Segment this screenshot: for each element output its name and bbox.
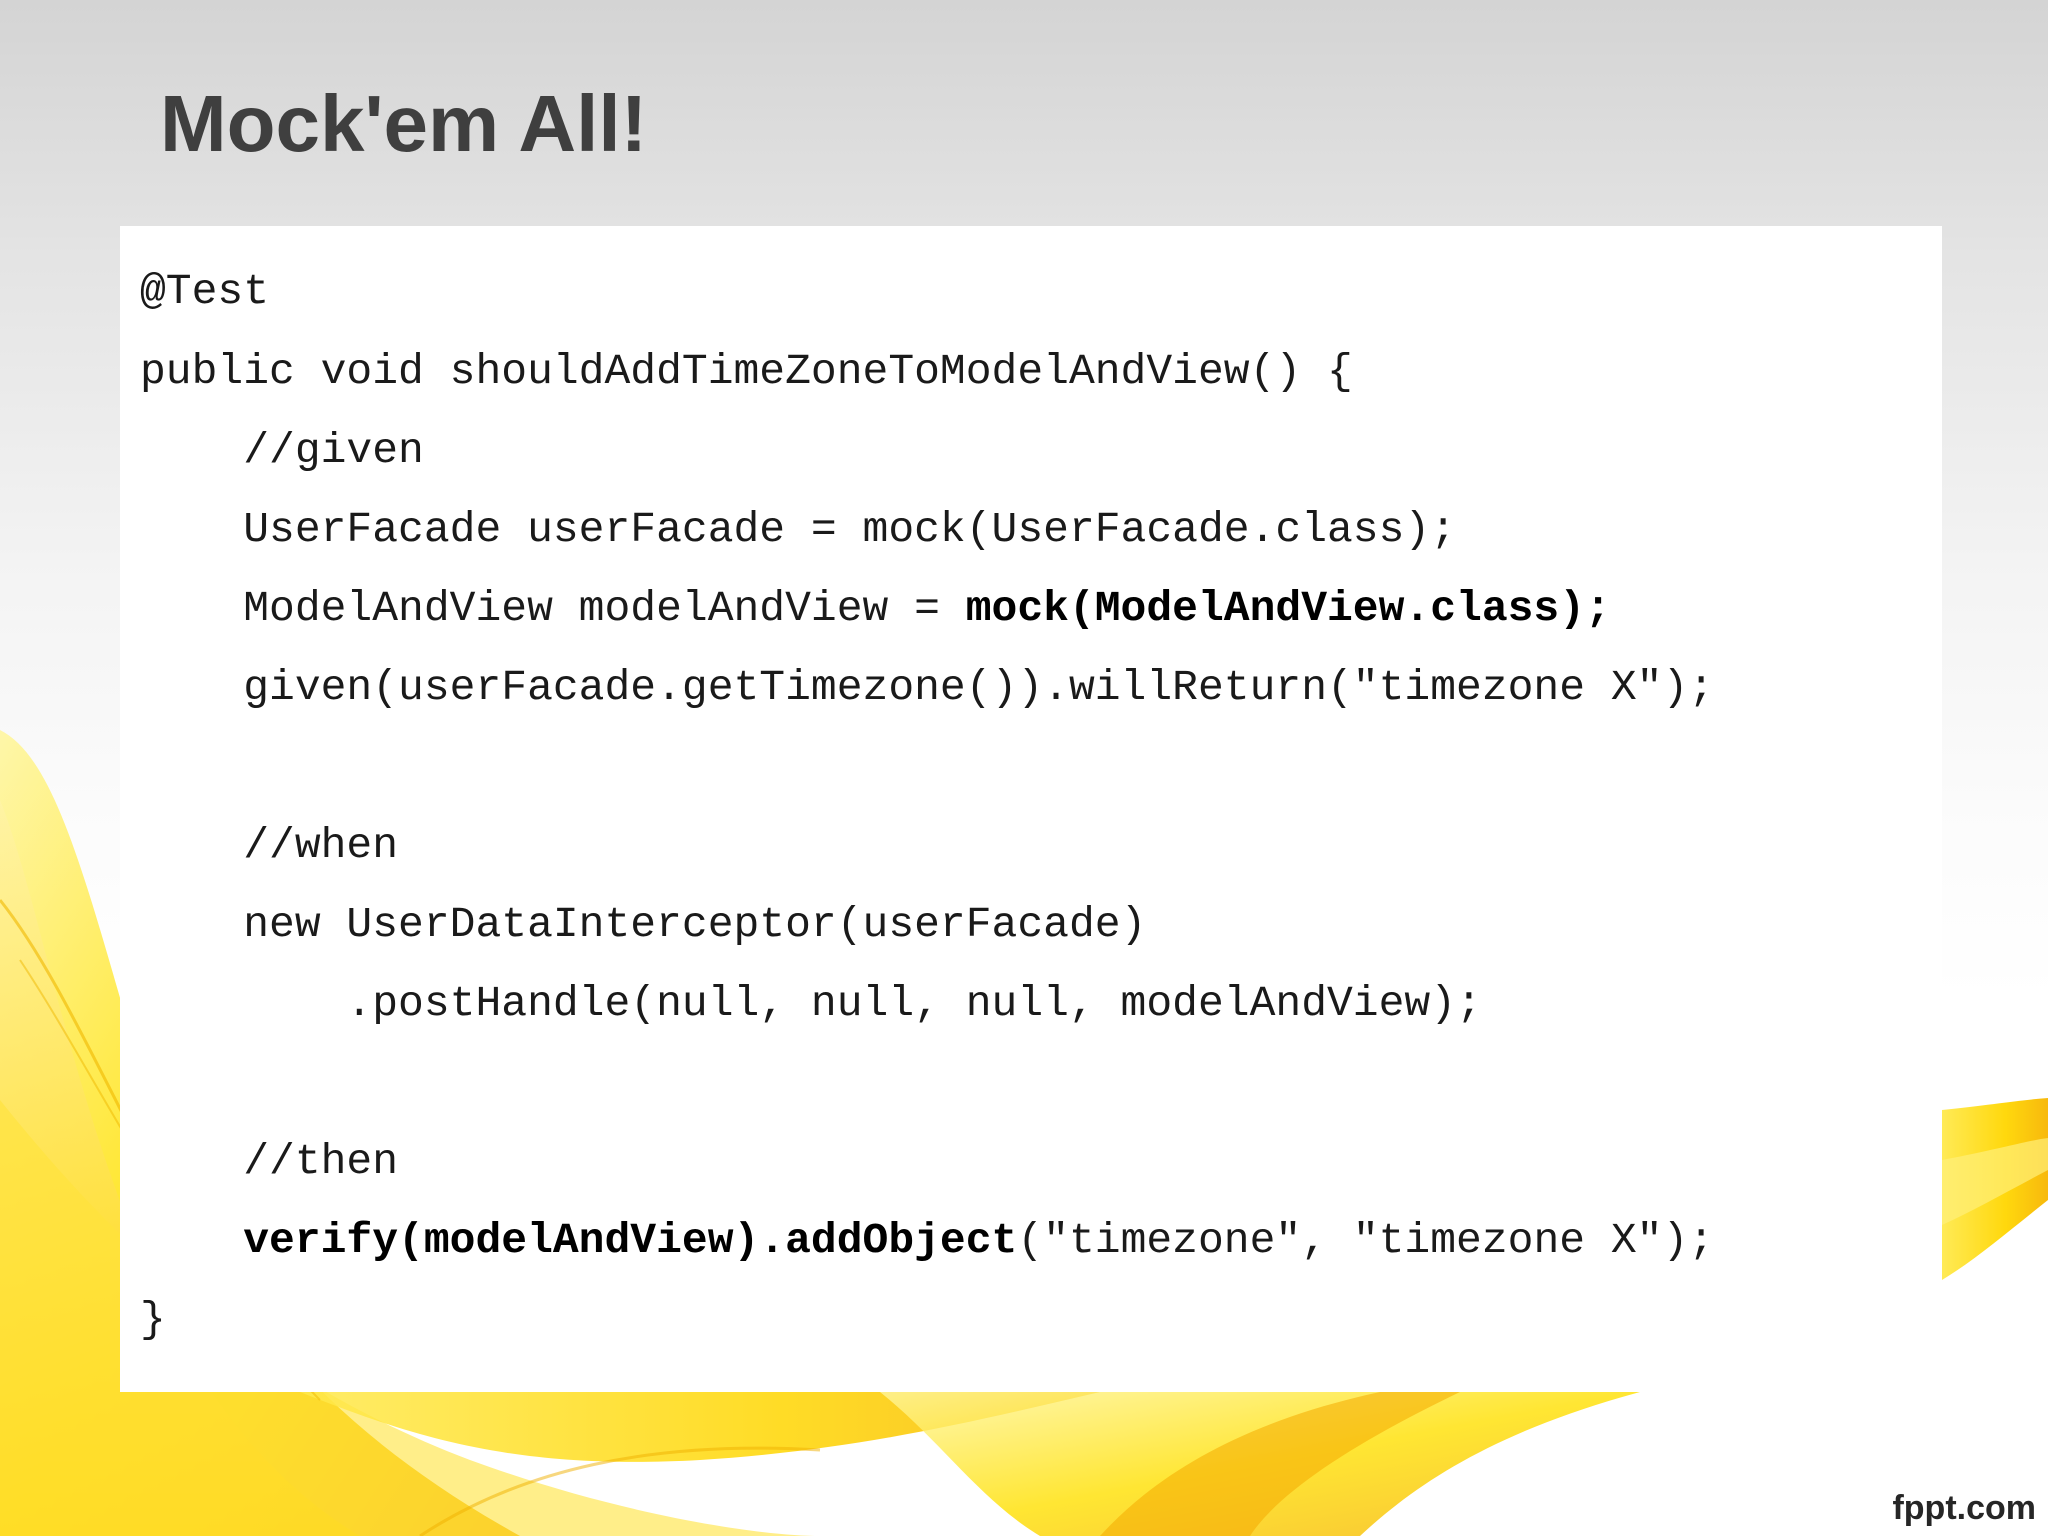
slide-title: Mock'em All! xyxy=(160,79,648,168)
code-text-indent xyxy=(140,1216,243,1265)
code-line-given-stub: given(userFacade.getTimezone()).willRetu… xyxy=(140,663,1715,712)
code-text-normal: ("timezone", "timezone X"); xyxy=(1017,1216,1715,1265)
code-line-model-and-view-mock: ModelAndView modelAndView = mock(ModelAn… xyxy=(140,579,1611,639)
code-text-bold: verify(modelAndView).addObject xyxy=(243,1216,1018,1265)
code-line-given-comment: //given xyxy=(140,426,424,475)
code-line-new-interceptor: new UserDataInterceptor(userFacade) xyxy=(140,900,1147,949)
code-text-bold: mock(ModelAndView.class); xyxy=(965,584,1611,633)
code-line-closing-brace: } xyxy=(140,1295,166,1344)
code-text-normal: ModelAndView modelAndView = xyxy=(140,584,966,633)
code-line-user-facade-mock: UserFacade userFacade = mock(UserFacade.… xyxy=(140,505,1457,554)
code-line-when-comment: //when xyxy=(140,821,399,870)
code-line-then-comment: //then xyxy=(140,1137,399,1186)
code-line-annotation: @Test xyxy=(140,267,270,316)
code-line-method-signature: public void shouldAddTimeZoneToModelAndV… xyxy=(140,347,1353,396)
code-block: @Test public void shouldAddTimeZoneToMod… xyxy=(120,226,1942,1392)
code-line-post-handle: .postHandle(null, null, null, modelAndVi… xyxy=(140,979,1482,1028)
footer-brand: fppt.com xyxy=(1892,1489,2036,1527)
code-line-verify: verify(modelAndView).addObject("timezone… xyxy=(140,1211,1714,1271)
